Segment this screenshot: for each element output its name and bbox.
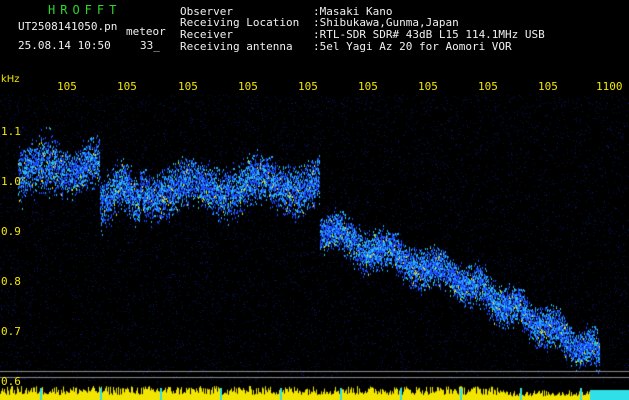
receiver-label: Receiver	[180, 28, 233, 41]
x-tick-label: 105	[57, 80, 77, 93]
location-value: :Shibukawa,Gunma,Japan	[313, 16, 459, 29]
y-tick-label: 0.8	[1, 275, 21, 288]
capture-datetime: 25.08.14 10:50	[18, 39, 111, 52]
app-brand: HROFFT	[48, 3, 122, 17]
y-axis-unit: kHz	[1, 74, 20, 85]
x-tick-label: 105	[478, 80, 498, 93]
file-name: UT2508141050.pn	[18, 20, 118, 33]
y-tick-label: 1.1	[1, 125, 21, 138]
x-tick-label: 105	[117, 80, 137, 93]
frame-counter: 33_	[140, 39, 160, 52]
x-tick-label: 105	[178, 80, 198, 93]
y-tick-label: 0.6	[1, 375, 21, 388]
file-tag: meteor	[126, 25, 166, 38]
antenna-label: Receiving antenna	[180, 40, 293, 53]
location-label: Receiving Location	[180, 16, 300, 29]
x-tick-label: 105	[238, 80, 258, 93]
x-tick-label: 105	[418, 80, 438, 93]
y-tick-label: 0.7	[1, 325, 21, 338]
x-tick-label: 105	[298, 80, 318, 93]
y-tick-label: 1.0	[1, 175, 21, 188]
receiver-value: :RTL-SDR SDR# 43dB L15 114.1MHz USB	[313, 28, 545, 41]
antenna-value: :5el Yagi Az 20 for Aomori VOR	[313, 40, 512, 53]
y-tick-label: 0.9	[1, 225, 21, 238]
x-tick-label: 1100	[596, 80, 623, 93]
x-tick-label: 105	[358, 80, 378, 93]
x-tick-label: 105	[538, 80, 558, 93]
spectrogram-canvas[interactable]	[0, 0, 629, 400]
hrofft-window: HROFFT UT2508141050.pn meteor 25.08.14 1…	[0, 0, 629, 400]
